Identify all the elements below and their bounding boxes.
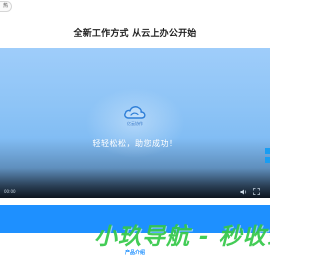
side-button-2[interactable] — [265, 157, 270, 163]
page-title: 全新工作方式 从云上办公开始 — [73, 29, 197, 39]
player-logo: 亿云协作 — [119, 104, 151, 134]
side-controls — [265, 148, 270, 166]
player-tagline: 轻轻松松，助您成功！ — [92, 139, 178, 148]
top-bar: 热 — [0, 0, 270, 14]
volume-icon[interactable] — [240, 189, 248, 195]
player-control-bar: 00:00 — [0, 186, 270, 198]
page: 热 全新工作方式 从云上办公开始 亿云协作 轻轻松松，助您成功！ 00:00 产… — [0, 0, 270, 257]
logo-text: 亿云协作 — [127, 121, 143, 126]
side-button-1[interactable] — [265, 148, 270, 154]
cloud-logo-icon — [124, 106, 146, 119]
time-label: 00:00 — [4, 189, 16, 194]
video-player[interactable]: 亿云协作 轻轻松松，助您成功！ 00:00 — [0, 48, 270, 198]
header: 全新工作方式 从云上办公开始 — [0, 14, 270, 48]
watermark-text: 小玖导航 - 秒收录 — [94, 224, 270, 250]
top-badge[interactable]: 热 — [0, 1, 13, 12]
fullscreen-icon[interactable] — [253, 188, 260, 195]
